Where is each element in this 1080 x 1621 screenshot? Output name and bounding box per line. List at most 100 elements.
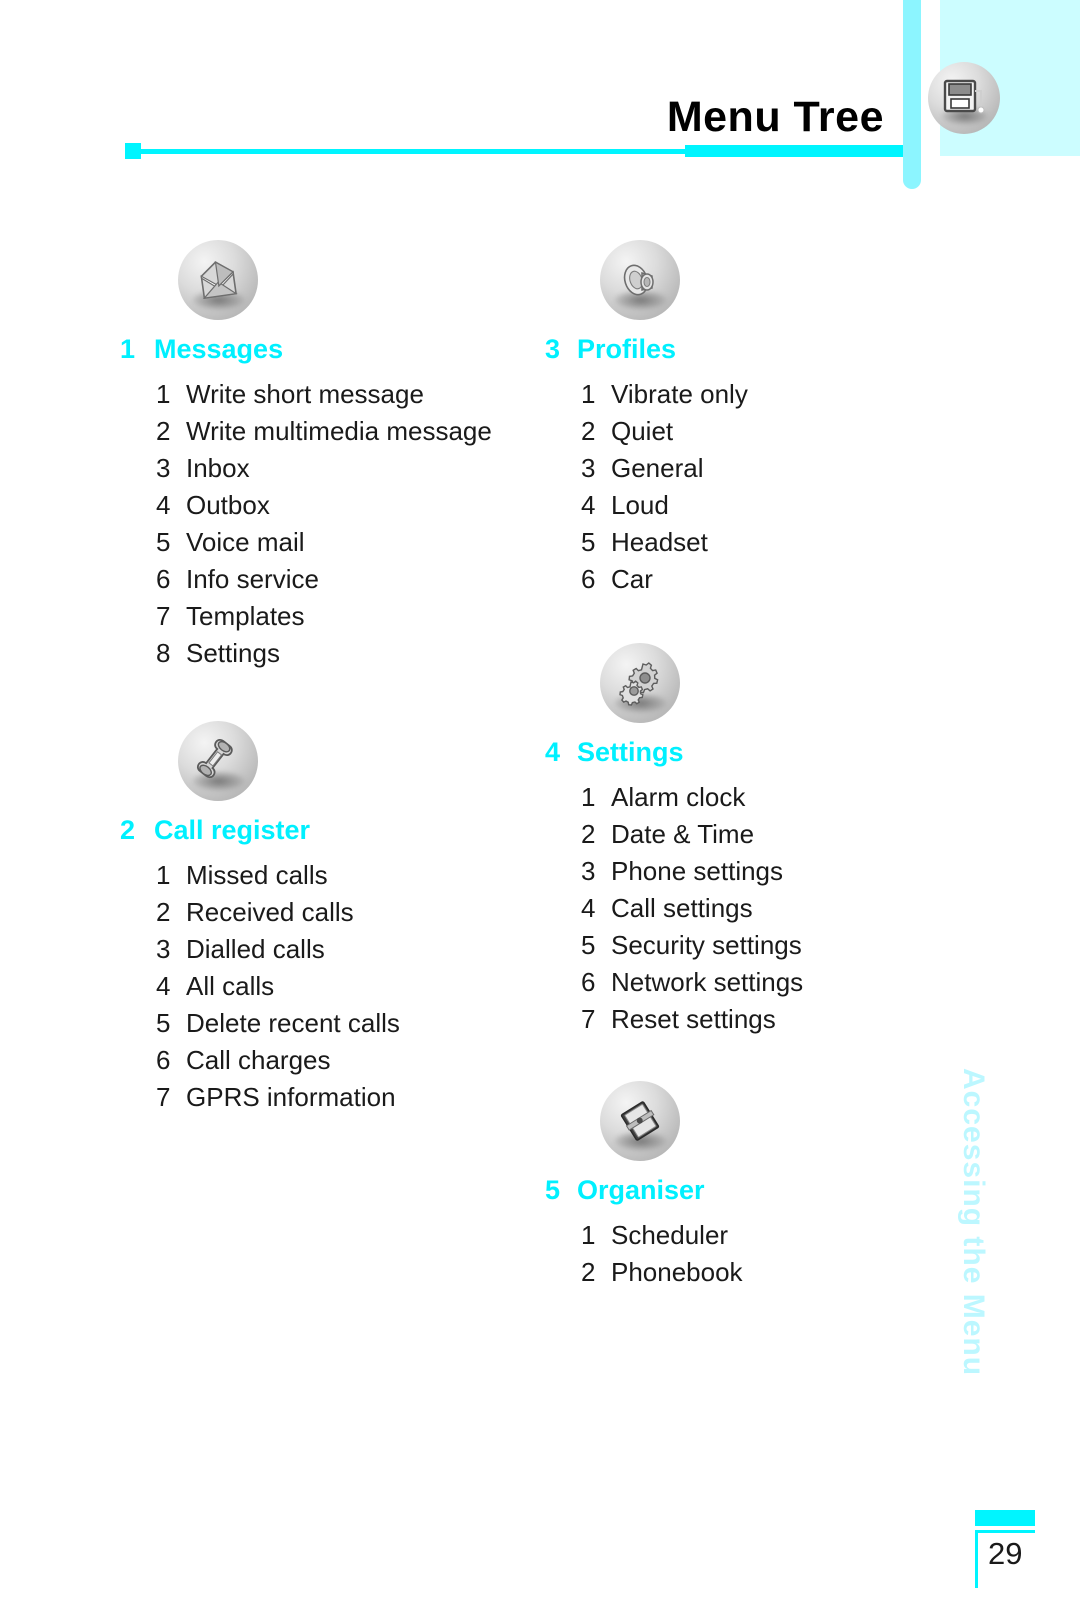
gears-icon: [600, 643, 680, 723]
item-label: Security settings: [611, 930, 802, 960]
list-item: 8 Settings: [156, 638, 540, 675]
item-label: Delete recent calls: [186, 1008, 400, 1038]
item-number: 2: [581, 1257, 596, 1287]
page-number-rule-horizontal: [975, 1530, 1035, 1533]
list-item: 6 Network settings: [581, 967, 945, 1004]
item-number: 5: [156, 527, 171, 557]
list-item: 4 All calls: [156, 971, 540, 1008]
list-item: 6 Car: [581, 564, 945, 601]
item-label: Missed calls: [186, 860, 328, 890]
item-number: 3: [156, 934, 171, 964]
item-number: 8: [156, 638, 171, 668]
section-heading-call-register: 2 Call register: [120, 815, 540, 846]
list-item: 5 Security settings: [581, 930, 945, 967]
envelope-icon: [178, 240, 258, 320]
item-number: 4: [581, 893, 596, 923]
item-number: 7: [156, 1082, 171, 1112]
notebook-icon: [600, 1081, 680, 1161]
section-title: Call register: [154, 815, 311, 845]
notebook-glyph: [600, 1081, 680, 1161]
item-label: General: [611, 453, 704, 483]
item-number: 5: [581, 527, 596, 557]
item-number: 2: [581, 416, 596, 446]
list-item: 6 Info service: [156, 564, 540, 601]
list-item: 7 Reset settings: [581, 1004, 945, 1041]
floppy-disk-glyph: [928, 62, 1000, 134]
section-heading-messages: 1 Messages: [120, 334, 540, 365]
list-item: 2 Phonebook: [581, 1257, 945, 1294]
item-label: Inbox: [186, 453, 250, 483]
item-label: Call settings: [611, 893, 753, 923]
item-label: Phonebook: [611, 1257, 743, 1287]
list-item: 5 Delete recent calls: [156, 1008, 540, 1045]
section-number: 3: [545, 334, 561, 364]
page-number-rule-vertical: [975, 1530, 978, 1588]
item-label: Settings: [186, 638, 280, 668]
list-item: 1 Vibrate only: [581, 379, 945, 416]
item-number: 2: [156, 897, 171, 927]
item-label: Voice mail: [186, 527, 305, 557]
item-number: 6: [156, 1045, 171, 1075]
item-label: Date & Time: [611, 819, 755, 849]
item-number: 1: [581, 379, 596, 409]
list-item: 7 GPRS information: [156, 1082, 540, 1119]
section-heading-settings: 4 Settings: [545, 737, 945, 768]
item-label: Quiet: [611, 416, 674, 446]
menu-section-organiser: 5 Organiser 1 Scheduler 2 Phonebook: [545, 1081, 945, 1294]
list-item: 3 Dialled calls: [156, 934, 540, 971]
header-vertical-bar: [903, 0, 921, 189]
section-item-list: 1 Vibrate only 2 Quiet 3 General 4 Loud 5 Hea…: [581, 379, 945, 601]
list-item: 2 Quiet: [581, 416, 945, 453]
item-label: Car: [611, 564, 653, 594]
item-label: Loud: [611, 490, 669, 520]
speaker-glyph: [600, 240, 680, 320]
section-heading-profiles: 3 Profiles: [545, 334, 945, 365]
item-number: 1: [581, 1220, 596, 1250]
item-label: Call charges: [186, 1045, 331, 1075]
item-number: 1: [156, 379, 171, 409]
section-item-list: 1 Scheduler 2 Phonebook: [581, 1220, 945, 1294]
menu-section-profiles: 3 Profiles 1 Vibrate only 2 Quiet 3 General…: [545, 240, 945, 601]
item-label: Vibrate only: [611, 379, 748, 409]
section-item-list: 1 Missed calls 2 Received calls 3 Dialled c…: [156, 860, 540, 1119]
list-item: 1 Alarm clock: [581, 782, 945, 819]
item-label: Alarm clock: [611, 782, 746, 812]
envelope-glyph: [178, 240, 258, 320]
section-number: 5: [545, 1175, 561, 1205]
list-item: 4 Outbox: [156, 490, 540, 527]
section-item-list: 1 Write short message 2 Write multimedia m…: [156, 379, 540, 675]
list-item: 4 Loud: [581, 490, 945, 527]
item-label: All calls: [186, 971, 275, 1001]
item-label: Write multimedia message: [186, 416, 492, 446]
header-rule-thick: [685, 145, 903, 157]
item-number: 6: [156, 564, 171, 594]
item-label: Received calls: [186, 897, 354, 927]
section-item-list: 1 Alarm clock 2 Date & Time 3 Phone setting…: [581, 782, 945, 1041]
list-item: 6 Call charges: [156, 1045, 540, 1082]
item-number: 1: [156, 860, 171, 890]
item-label: Info service: [186, 564, 319, 594]
item-label: Write short message: [186, 379, 424, 409]
menu-column-left: 1 Messages 1 Write short message 2 Write m…: [120, 240, 540, 1119]
page-number: 29: [988, 1536, 1023, 1571]
section-number: 2: [120, 815, 136, 845]
gears-glyph: [600, 643, 680, 723]
item-number: 7: [581, 1004, 596, 1034]
telephone-handset-icon: [178, 721, 258, 801]
item-number: 4: [156, 490, 171, 520]
item-label: Headset: [611, 527, 708, 557]
menu-section-messages: 1 Messages 1 Write short message 2 Write m…: [120, 240, 540, 675]
list-item: 4 Call settings: [581, 893, 945, 930]
section-title: Profiles: [577, 334, 677, 364]
list-item: 7 Templates: [156, 601, 540, 638]
list-item: 1 Missed calls: [156, 860, 540, 897]
item-label: Phone settings: [611, 856, 784, 886]
section-number: 4: [545, 737, 561, 767]
item-number: 2: [581, 819, 596, 849]
list-item: 2 Date & Time: [581, 819, 945, 856]
menu-section-settings: 4 Settings 1 Alarm clock 2 Date & Time 3 Ph…: [545, 643, 945, 1041]
item-number: 4: [581, 490, 596, 520]
item-label: GPRS information: [186, 1082, 396, 1112]
item-number: 5: [581, 930, 596, 960]
item-number: 7: [156, 601, 171, 631]
